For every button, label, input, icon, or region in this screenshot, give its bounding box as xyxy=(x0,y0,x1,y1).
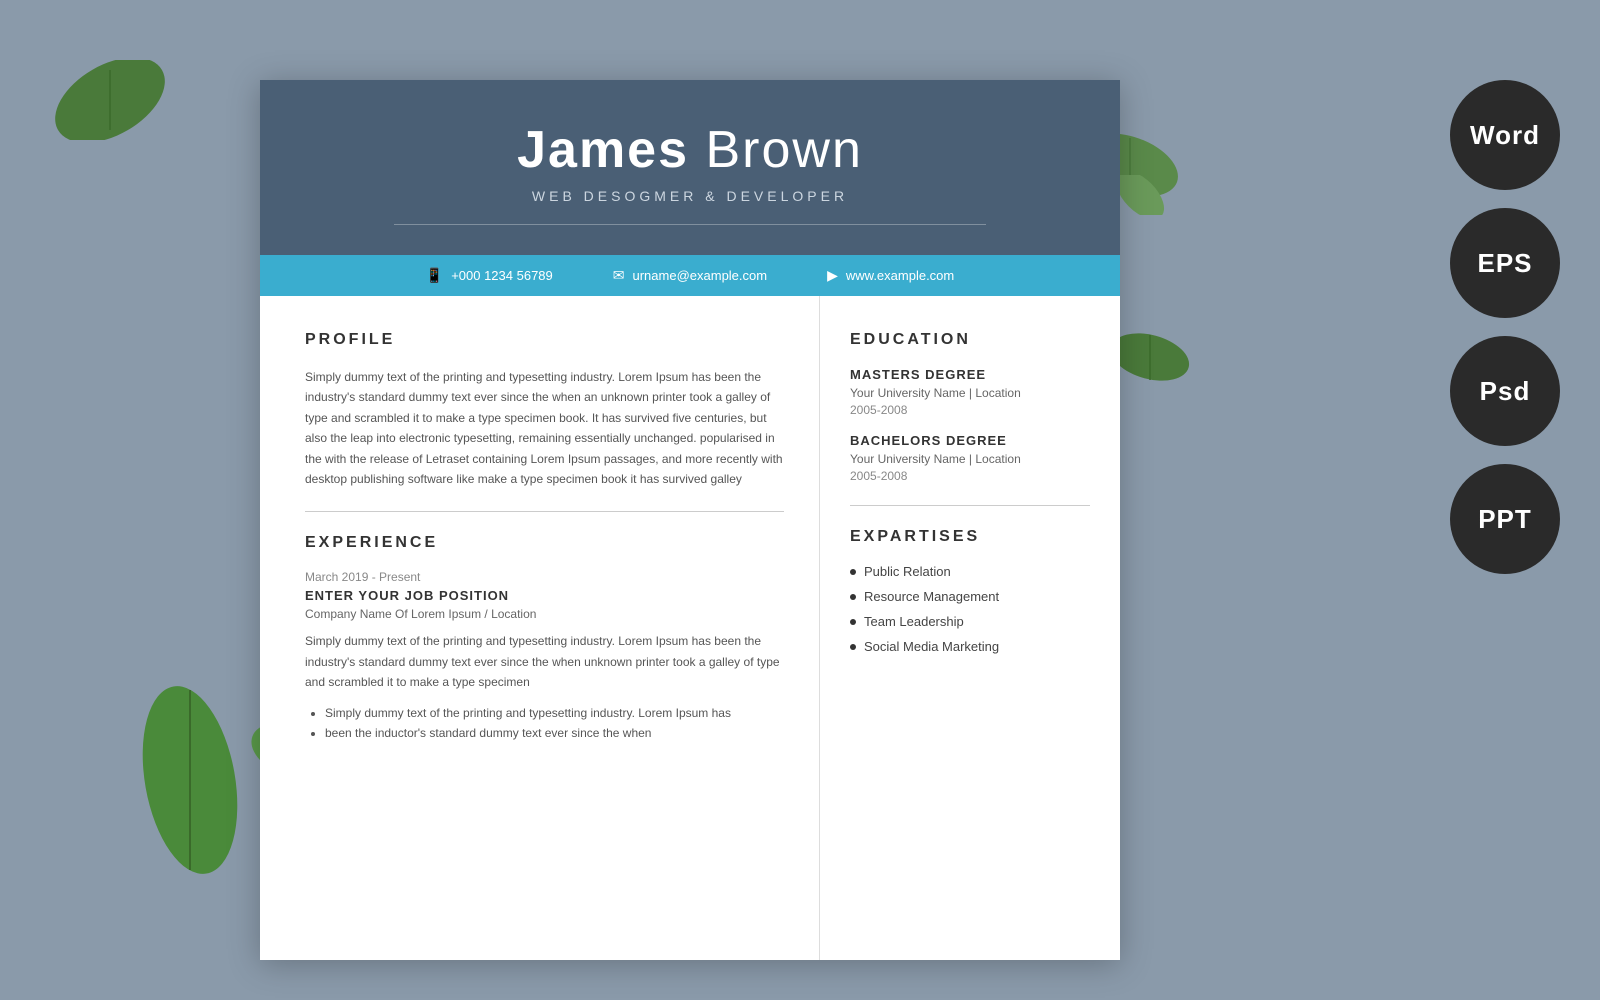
bullet-icon xyxy=(850,644,856,650)
expertise-social-media: Social Media Marketing xyxy=(850,639,1090,654)
exp-bullet-2: been the inductor's standard dummy text … xyxy=(325,723,784,743)
masters-degree-label: MASTERS DEGREE xyxy=(850,367,1090,382)
resume-header: James Brown WEB DESOGMER & DEVELOPER xyxy=(260,80,1120,255)
profile-title: PROFILE xyxy=(305,331,784,349)
experience-item: March 2019 - Present ENTER YOUR JOB POSI… xyxy=(305,570,784,743)
expertise-public-relation: Public Relation xyxy=(850,564,1090,579)
masters-school: Your University Name | Location xyxy=(850,386,1090,400)
bullet-icon xyxy=(850,569,856,575)
profile-divider xyxy=(305,511,784,512)
expertise-resource-management: Resource Management xyxy=(850,589,1090,604)
email-icon: ✉ xyxy=(613,267,625,284)
exp-date: March 2019 - Present xyxy=(305,570,784,584)
bachelors-years: 2005-2008 xyxy=(850,469,1090,483)
left-column: PROFILE Simply dummy text of the printin… xyxy=(260,296,820,960)
bachelors-school: Your University Name | Location xyxy=(850,452,1090,466)
contact-bar: 📱 +000 1234 56789 ✉ urname@example.com ▶… xyxy=(260,255,1120,296)
candidate-name: James Brown xyxy=(320,120,1060,180)
bullet-icon xyxy=(850,619,856,625)
exp-bullet-1: Simply dummy text of the printing and ty… xyxy=(325,703,784,723)
exp-company: Company Name Of Lorem Ipsum / Location xyxy=(305,607,784,621)
education-divider xyxy=(850,505,1090,506)
expertises-title: EXPARTISES xyxy=(850,528,1090,546)
word-button[interactable]: Word xyxy=(1450,80,1560,190)
exp-description: Simply dummy text of the printing and ty… xyxy=(305,631,784,692)
format-buttons-container: Word EPS Psd PPT xyxy=(1450,80,1560,574)
bachelors-degree-label: BACHELORS DEGREE xyxy=(850,433,1090,448)
expertise-team-leadership: Team Leadership xyxy=(850,614,1090,629)
education-title: EDUCATION xyxy=(850,331,1090,349)
resume-body: PROFILE Simply dummy text of the printin… xyxy=(260,296,1120,960)
exp-bullets: Simply dummy text of the printing and ty… xyxy=(305,703,784,744)
contact-phone: 📱 +000 1234 56789 xyxy=(426,267,553,284)
right-column: EDUCATION MASTERS DEGREE Your University… xyxy=(820,296,1120,960)
exp-position: ENTER YOUR JOB POSITION xyxy=(305,588,784,603)
resume-card: James Brown WEB DESOGMER & DEVELOPER 📱 +… xyxy=(260,80,1120,960)
contact-website: ▶ www.example.com xyxy=(827,267,954,284)
candidate-title: WEB DESOGMER & DEVELOPER xyxy=(320,188,1060,204)
eps-button[interactable]: EPS xyxy=(1450,208,1560,318)
header-divider xyxy=(394,224,986,225)
profile-text: Simply dummy text of the printing and ty… xyxy=(305,367,784,489)
experience-title: EXPERIENCE xyxy=(305,534,784,552)
psd-button[interactable]: Psd xyxy=(1450,336,1560,446)
contact-email: ✉ urname@example.com xyxy=(613,267,767,284)
degree-bachelors: BACHELORS DEGREE Your University Name | … xyxy=(850,433,1090,483)
bullet-icon xyxy=(850,594,856,600)
masters-years: 2005-2008 xyxy=(850,403,1090,417)
phone-icon: 📱 xyxy=(426,267,443,284)
degree-masters: MASTERS DEGREE Your University Name | Lo… xyxy=(850,367,1090,417)
ppt-button[interactable]: PPT xyxy=(1450,464,1560,574)
website-icon: ▶ xyxy=(827,267,838,284)
